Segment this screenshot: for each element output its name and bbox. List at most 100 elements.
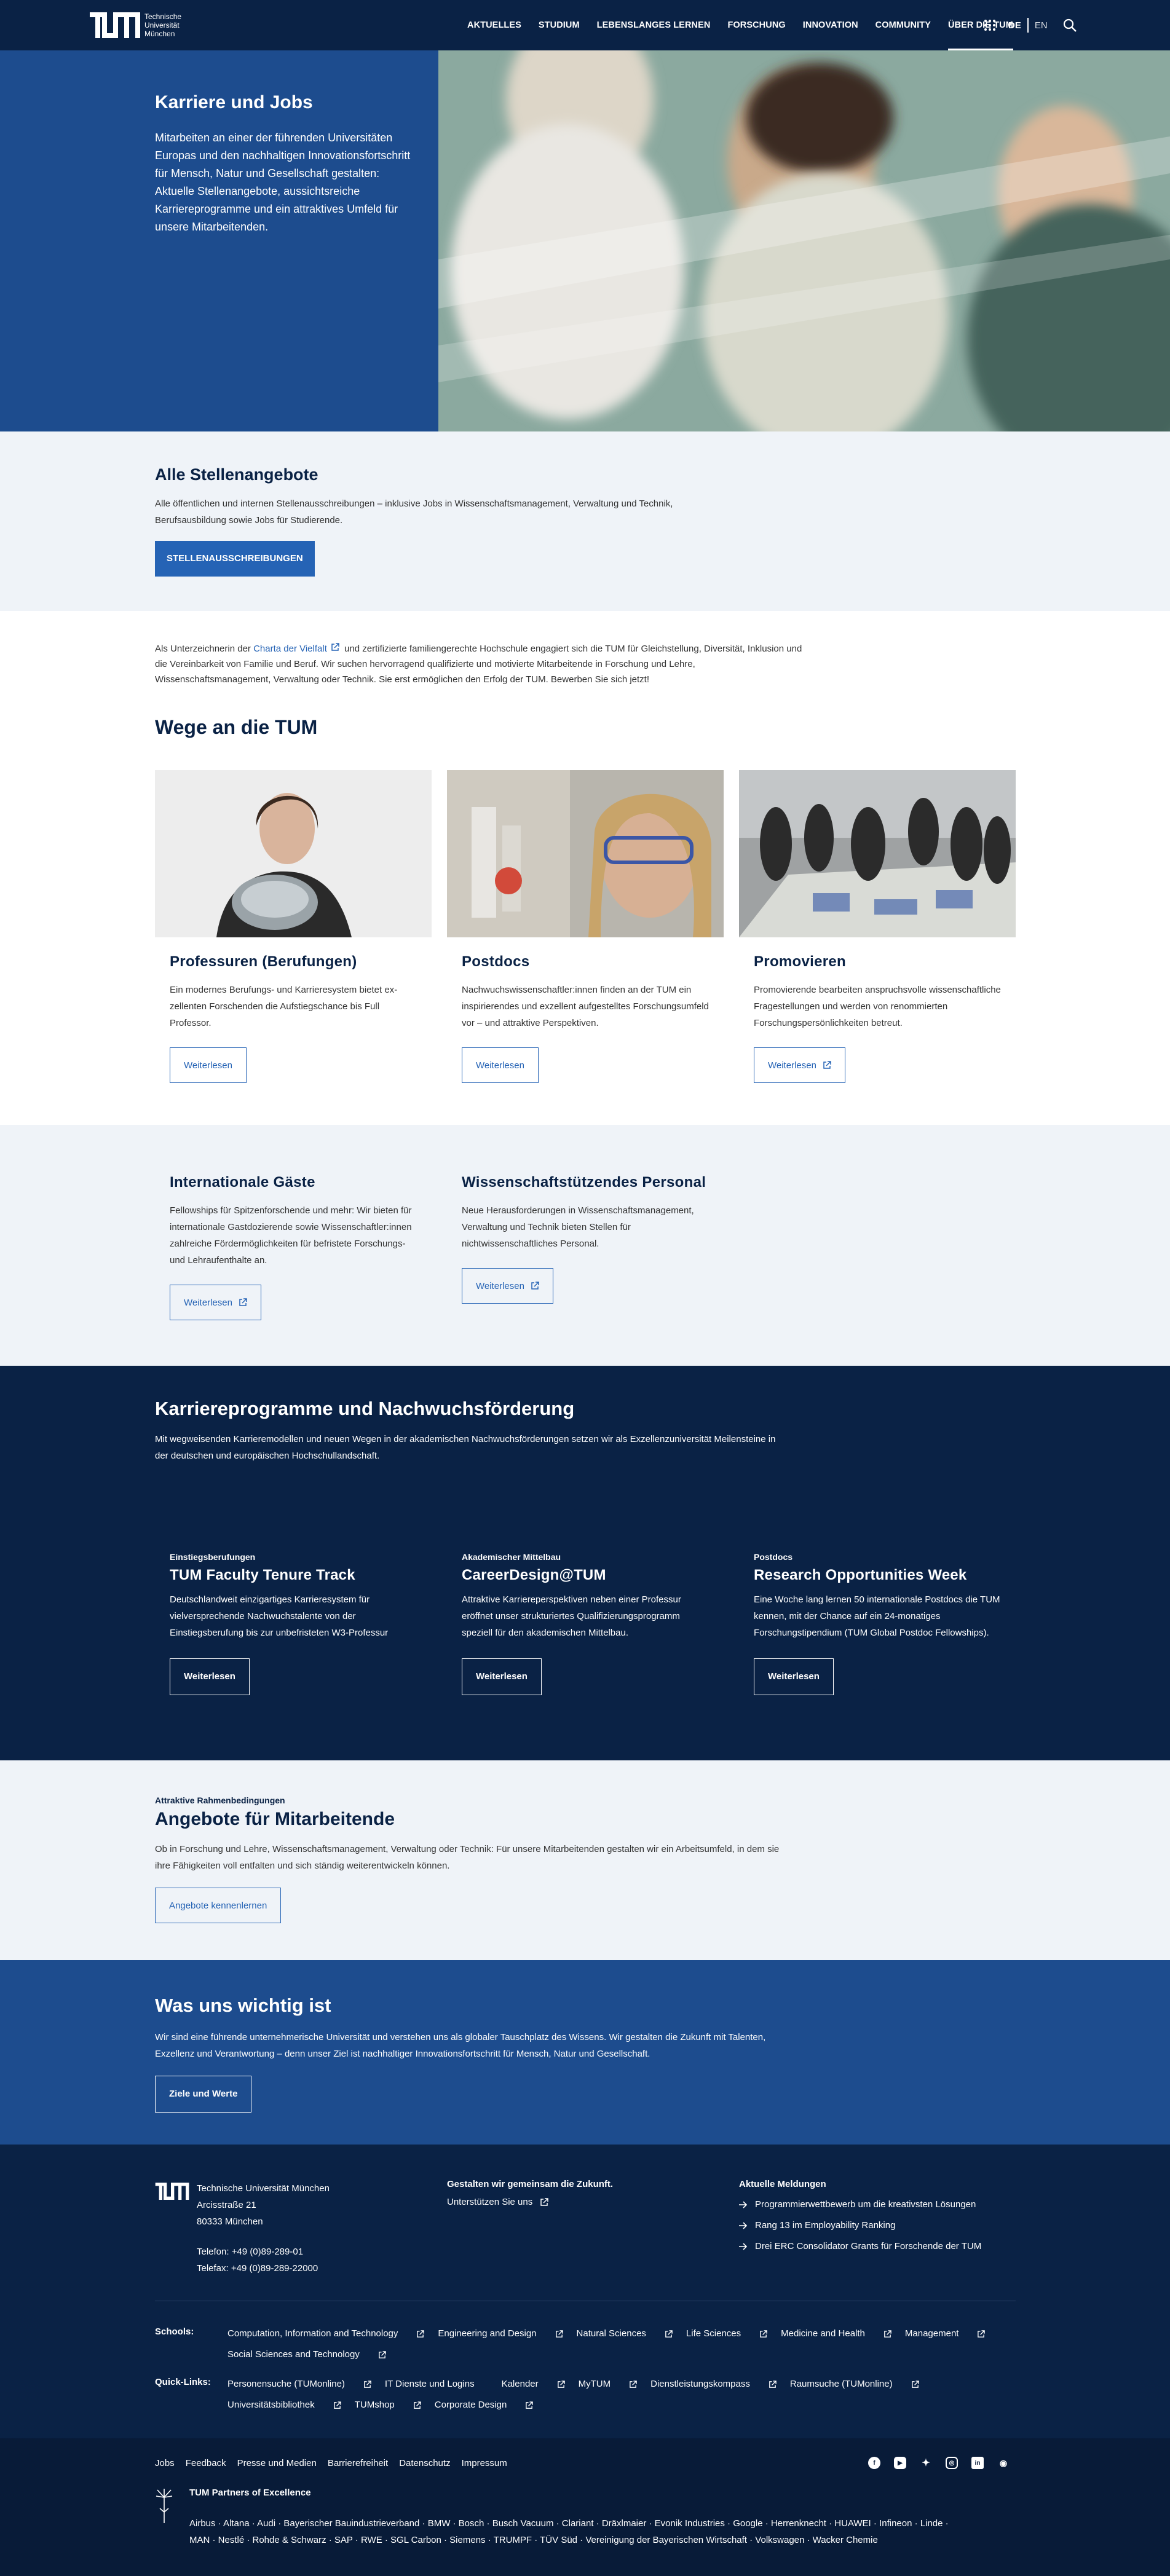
footer-support: Gestalten wir gemeinsam die Zukunft. Unt…: [447, 2179, 693, 2207]
quick-link-label: Kalender: [501, 2379, 539, 2389]
quicklinks-label: Quick-Links:: [155, 2377, 211, 2387]
rss-icon[interactable]: ◉: [997, 2457, 1010, 2469]
linkedin-icon[interactable]: in: [971, 2457, 984, 2469]
tum-logo-icon: [90, 12, 140, 38]
quick-link[interactable]: Raumsuche (TUMonline): [790, 2377, 919, 2392]
school-link[interactable]: Computation, Information and Technology: [227, 2326, 425, 2341]
partners-title: TUM Partners of Excellence: [189, 2487, 311, 2498]
nav-lebenslanges-lernen[interactable]: LEBENSLANGES LERNEN: [597, 0, 711, 50]
diversity-statement: Als Unterzeichnerin der Charta der Vielf…: [155, 641, 807, 687]
ziele-werte-button[interactable]: Ziele und Werte: [155, 2076, 252, 2113]
news-item[interactable]: Rang 13 im Employability Ranking: [739, 2220, 1022, 2231]
external-link-icon: [239, 1298, 247, 1306]
quick-link[interactable]: MyTUM: [579, 2377, 638, 2392]
weiterlesen-button[interactable]: Weiterlesen: [462, 1268, 553, 1304]
school-link[interactable]: Medicine and Health: [781, 2326, 891, 2341]
weiterlesen-button[interactable]: Weiterlesen: [170, 1285, 261, 1320]
quick-link[interactable]: IT Dienste und Logins: [385, 2377, 488, 2392]
card-title: Professuren (Berufungen): [170, 953, 357, 970]
nav-studium[interactable]: STUDIUM: [539, 0, 580, 50]
karriere-item-tenure: Einstiegsberufungen TUM Faculty Tenure T…: [155, 1552, 432, 1695]
quick-link[interactable]: Dienstleistungskompass: [650, 2377, 777, 2392]
button-label: Weiterlesen: [184, 1060, 232, 1071]
legal-link-impressum[interactable]: Impressum: [462, 2458, 507, 2468]
stellen-section: Alle Stellenangebote Alle öffentlichen u…: [0, 431, 1170, 611]
apps-grid-icon[interactable]: [984, 19, 996, 31]
button-label: Weiterlesen: [184, 1297, 232, 1308]
quick-link[interactable]: Corporate Design: [435, 2398, 534, 2413]
footer-phone[interactable]: Telefon: +49 (0)89-289-01: [197, 2243, 381, 2260]
nav-innovation[interactable]: INNOVATION: [803, 0, 858, 50]
karriere-kicker: Einstiegsberufungen: [170, 1552, 256, 1562]
school-link[interactable]: Life Sciences: [686, 2326, 767, 2341]
charta-link[interactable]: Charta der Vielfalt: [253, 643, 342, 654]
social-links: f ▶ ✦ ◎ in ◉: [855, 2457, 1010, 2469]
legal-link-barrierefreiheit[interactable]: Barrierefreiheit: [328, 2458, 388, 2468]
lang-en[interactable]: EN: [1035, 20, 1048, 31]
stellenausschreibungen-button[interactable]: STELLENAUSSCHREIBUNGEN: [155, 541, 315, 577]
card-promovieren: Promovieren Promovierende bearbeiten ans…: [739, 770, 1016, 1083]
external-link-icon: [540, 2197, 548, 2206]
hero-photo-illustration: [438, 50, 1170, 431]
news-title: Aktuelle Meldungen: [739, 2179, 826, 2189]
schools-label: Schools:: [155, 2326, 194, 2337]
hero-image: [438, 50, 1170, 431]
tum-logo[interactable]: Technische Universität München: [90, 12, 188, 38]
instagram-icon[interactable]: ◎: [946, 2457, 958, 2469]
quick-link[interactable]: Universitätsbibliothek: [227, 2398, 341, 2413]
weiterlesen-button[interactable]: Weiterlesen: [462, 1047, 539, 1083]
school-link[interactable]: Engineering and Design: [438, 2326, 563, 2341]
legal-link-presse[interactable]: Presse und Medien: [237, 2458, 317, 2468]
card-text: Promovierende bearbeiten anspruchsvolle …: [754, 985, 1001, 1028]
weiterlesen-button[interactable]: Weiterlesen: [170, 1047, 247, 1083]
external-link-icon: [379, 2350, 386, 2358]
school-link[interactable]: Social Sciences and Technology: [227, 2347, 386, 2362]
quick-link[interactable]: TUMshop: [355, 2398, 421, 2413]
karriere-title: Karriereprogramme und Nachwuchsförderung: [155, 1398, 575, 1419]
page-title: Karriere und Jobs: [155, 92, 313, 112]
button-label: Weiterlesen: [768, 1060, 816, 1071]
karriere-item-title: CareerDesign@TUM: [462, 1567, 606, 1583]
youtube-icon[interactable]: ▶: [894, 2457, 906, 2469]
nav-forschung[interactable]: FORSCHUNG: [727, 0, 785, 50]
quick-link[interactable]: Kalender: [502, 2377, 565, 2392]
news-item-label: Programmierwettbewerb um die kreativsten…: [755, 2199, 976, 2210]
external-link-icon: [555, 2330, 563, 2338]
footer-fax: Telefax: +49 (0)89-289-22000: [197, 2263, 318, 2274]
gaeste-personal: Wissenschaftstützendes Personal Neue Her…: [447, 1174, 724, 1304]
legal-links: Jobs Feedback Presse und Medien Barriere…: [155, 2458, 507, 2468]
weiterlesen-button[interactable]: Weiterlesen: [754, 1047, 845, 1083]
school-link-label: Engineering and Design: [438, 2328, 537, 2339]
legal-link-feedback[interactable]: Feedback: [186, 2458, 226, 2468]
nav-aktuelles[interactable]: AKTUELLES: [467, 0, 521, 50]
quick-link[interactable]: Personensuche (TUMonline): [227, 2377, 371, 2392]
weiterlesen-button[interactable]: Weiterlesen: [462, 1658, 542, 1695]
weiterlesen-button[interactable]: Weiterlesen: [754, 1658, 834, 1695]
external-link-icon: [413, 2401, 421, 2409]
search-icon[interactable]: [1062, 18, 1077, 33]
lang-de[interactable]: DE: [1008, 20, 1021, 31]
facebook-icon[interactable]: f: [868, 2457, 880, 2469]
twitter-icon[interactable]: ✦: [920, 2457, 932, 2469]
external-link-icon: [417, 2330, 425, 2338]
promovieren-photo: [739, 770, 1016, 937]
news-item[interactable]: Drei ERC Consolidator Grants für Forsche…: [739, 2241, 1022, 2251]
tum-logo-icon[interactable]: [155, 2183, 189, 2200]
legal-link-datenschutz[interactable]: Datenschutz: [399, 2458, 450, 2468]
weiterlesen-button[interactable]: Weiterlesen: [170, 1658, 250, 1695]
site-header: Technische Universität München AKTUELLES…: [0, 0, 1170, 50]
news-item[interactable]: Programmierwettbewerb um die kreativsten…: [739, 2199, 1022, 2210]
support-link[interactable]: Unterstützen Sie uns: [447, 2197, 693, 2207]
angebote-button[interactable]: Angebote kennenlernen: [155, 1888, 282, 1923]
quick-link-label: IT Dienste und Logins: [384, 2379, 475, 2389]
card-image-postdocs: [447, 770, 724, 937]
legal-link-jobs[interactable]: Jobs: [155, 2458, 175, 2468]
werte-section: Was uns wichtig ist Wir sind eine führen…: [0, 1960, 1170, 2145]
school-link-label: Computation, Information and Technology: [227, 2328, 398, 2339]
nav-community[interactable]: COMMUNITY: [876, 0, 931, 50]
external-link-icon: [333, 2401, 341, 2409]
partners-list-line-2: MAN · Nestlé · Rohde & Schwarz · SAP · R…: [189, 2535, 878, 2545]
karriere-item-text: Deutschlandweit einzigartiges Karrieresy…: [170, 1594, 389, 1638]
school-link[interactable]: Natural Sciences: [577, 2326, 673, 2341]
school-link[interactable]: Management: [905, 2326, 986, 2341]
